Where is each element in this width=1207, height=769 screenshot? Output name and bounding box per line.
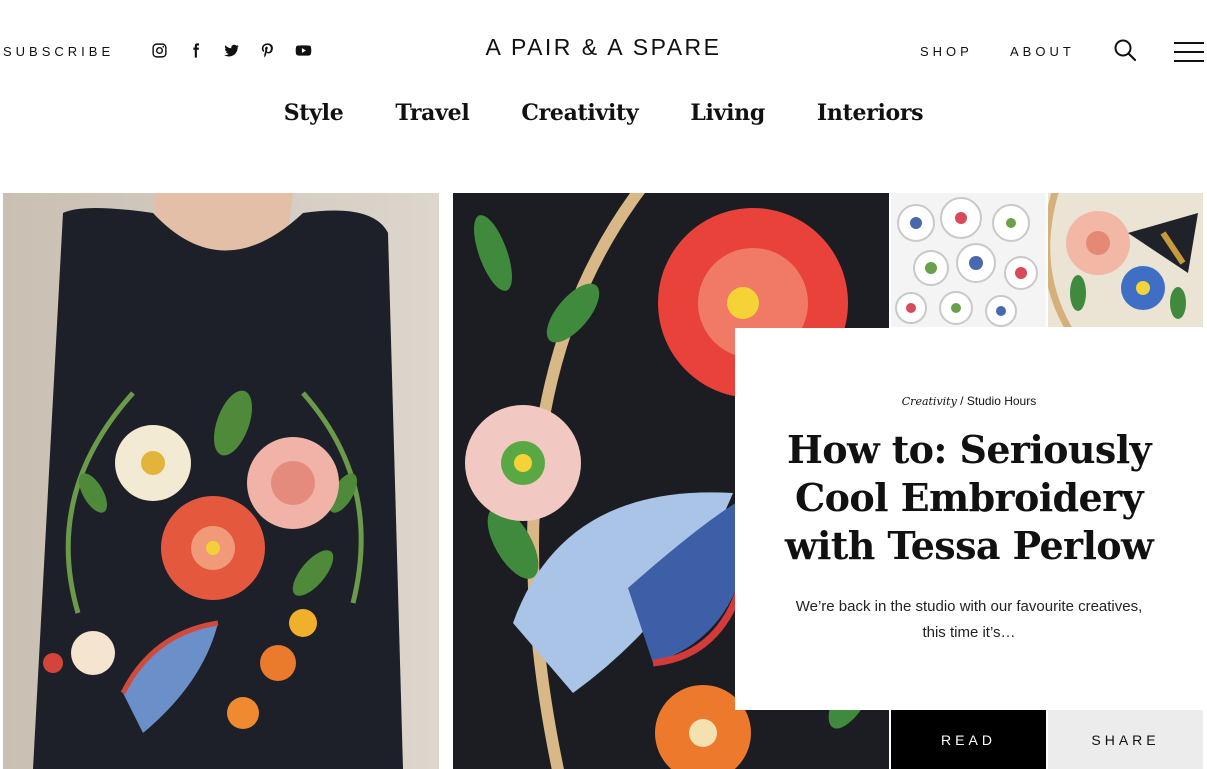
nav-item-interiors[interactable]: Interiors <box>817 100 924 140</box>
search-icon[interactable] <box>1113 38 1137 62</box>
nav-item-style[interactable]: Style <box>284 100 344 140</box>
thumbnail-hummingbird-embroidery[interactable] <box>1048 193 1203 327</box>
category-nav: Style Travel Creativity Living Interiors <box>0 100 1207 140</box>
post-title[interactable]: How to: Seriously Cool Embroidery with T… <box>759 426 1179 570</box>
nav-item-creativity[interactable]: Creativity <box>521 100 638 140</box>
subcategory-link[interactable]: Studio Hours <box>967 394 1036 408</box>
post-category: Creativity / Studio Hours <box>735 394 1203 408</box>
about-link[interactable]: ABOUT <box>1010 44 1075 59</box>
share-button[interactable]: SHARE <box>1048 710 1203 769</box>
nav-item-living[interactable]: Living <box>690 100 765 140</box>
thumbnail-hoops-collection[interactable] <box>891 193 1046 327</box>
read-button[interactable]: READ <box>891 710 1046 769</box>
hamburger-menu-icon[interactable] <box>1174 42 1204 62</box>
top-bar: SUBSCRIBE A PAIR & A SPARE SHOP ABOUT <box>0 0 1207 100</box>
hero-image-embroidered-dress[interactable] <box>3 193 439 769</box>
category-link[interactable]: Creativity <box>902 395 957 408</box>
nav-item-travel[interactable]: Travel <box>395 100 469 140</box>
post-excerpt: We’re back in the studio with our favour… <box>795 598 1143 641</box>
feature-card: Creativity / Studio Hours How to: Seriou… <box>735 328 1203 710</box>
shop-link[interactable]: SHOP <box>920 44 973 59</box>
category-separator: / <box>960 394 964 408</box>
